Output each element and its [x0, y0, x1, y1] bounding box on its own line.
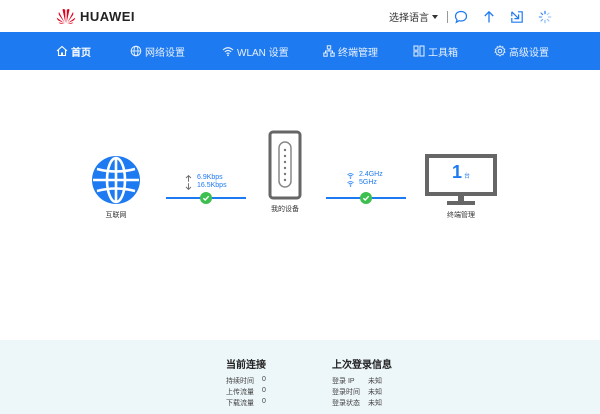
info-value: 未知: [368, 387, 382, 398]
devices-label: 终端管理: [447, 210, 475, 220]
huawei-logo[interactable]: HUAWEI: [56, 8, 135, 24]
current-connection: 当前连接 持续时间 0 上传流量 0 下载流量 0: [226, 356, 266, 409]
nav-advanced-settings[interactable]: 高级设置: [494, 32, 549, 70]
nav-toolbox[interactable]: 工具箱: [413, 32, 458, 70]
message-button[interactable]: [454, 10, 468, 24]
nav-home-label: 首页: [71, 44, 91, 59]
language-selector[interactable]: 选择语言: [389, 9, 438, 24]
check-icon: [202, 194, 210, 202]
devices-node[interactable]: 1台 终端管理: [425, 154, 497, 220]
nav-advanced-settings-label: 高级设置: [509, 44, 549, 59]
info-key: 登录状态: [332, 398, 368, 409]
last-login-info: 上次登录信息 登录 IP 未知 登录时间 未知 登录状态 未知: [332, 356, 392, 409]
device-unit: 台: [464, 174, 470, 180]
topology-panel: 互联网 6.9Kbps 16.5Kbps: [0, 70, 600, 340]
router-icon: [267, 130, 303, 200]
info-value: 0: [262, 387, 266, 398]
nav-wlan-settings[interactable]: WLAN 设置: [222, 32, 289, 70]
router-label: 我的设备: [271, 204, 299, 214]
info-key: 持续时间: [226, 376, 262, 387]
download-speed: 16.5Kbps: [197, 182, 227, 190]
wifi-icon: [347, 180, 354, 187]
nav-network-settings-label: 网络设置: [145, 44, 185, 59]
wifi-icon: [347, 172, 354, 179]
header-toolbar: 选择语言: [389, 9, 552, 24]
band-24ghz: 2.4GHz: [359, 171, 383, 179]
nav-terminal-management[interactable]: 终端管理: [323, 32, 378, 70]
monitor-icon: 1台: [425, 154, 497, 206]
info-row: 上传流量 0: [226, 387, 266, 398]
caret-down-icon: [432, 15, 438, 19]
device-count: 1: [452, 162, 462, 182]
loading-button[interactable]: [538, 10, 552, 24]
info-key: 登录时间: [332, 387, 368, 398]
message-icon: [454, 10, 468, 24]
brand-name: HUAWEI: [80, 9, 135, 24]
info-value: 0: [262, 376, 266, 387]
nav-terminal-management-label: 终端管理: [338, 44, 378, 59]
internet-node[interactable]: 互联网: [90, 154, 142, 220]
globe-icon: [90, 154, 142, 206]
toolbar-divider: [447, 11, 448, 23]
info-row: 登录时间 未知: [332, 387, 392, 398]
info-value: 0: [262, 398, 266, 409]
info-row: 下载流量 0: [226, 398, 266, 409]
device-count-display: 1台: [425, 162, 497, 183]
nav-network-settings[interactable]: 网络设置: [130, 32, 185, 70]
wifi-link-status: [360, 192, 372, 204]
info-value: 未知: [368, 376, 382, 387]
info-key: 登录 IP: [332, 376, 368, 387]
router-node[interactable]: 我的设备: [267, 130, 303, 214]
internet-link-status: [200, 192, 212, 204]
connection-info-panel: 当前连接 持续时间 0 上传流量 0 下载流量 0 上次登录信息 登录 IP 未…: [0, 340, 600, 414]
nav-wlan-settings-label: WLAN 设置: [237, 44, 289, 59]
info-key: 上传流量: [226, 387, 262, 398]
language-label: 选择语言: [389, 9, 429, 24]
terminals-icon: [323, 45, 335, 57]
info-value: 未知: [368, 398, 382, 409]
traffic-speeds: 6.9Kbps 16.5Kbps: [185, 174, 227, 190]
nav-home[interactable]: 首页: [56, 32, 91, 70]
wifi-icon: [222, 45, 234, 57]
check-icon: [362, 194, 370, 202]
toolbox-icon: [413, 45, 425, 57]
info-row: 持续时间 0: [226, 376, 266, 387]
globe-icon: [130, 45, 142, 57]
upload-speed: 6.9Kbps: [197, 174, 223, 182]
info-row: 登录 IP 未知: [332, 376, 392, 387]
nav-toolbox-label: 工具箱: [428, 44, 458, 59]
upgrade-button[interactable]: [482, 10, 496, 24]
info-row: 登录状态 未知: [332, 398, 392, 409]
last-login-title: 上次登录信息: [332, 356, 392, 371]
current-connection-title: 当前连接: [226, 356, 266, 371]
internet-label: 互联网: [106, 210, 127, 220]
gear-icon: [494, 45, 506, 57]
band-5ghz: 5GHz: [359, 179, 377, 187]
top-header: HUAWEI 选择语言: [0, 0, 600, 32]
logout-icon: [510, 10, 524, 24]
home-icon: [56, 45, 68, 57]
loading-icon: [538, 10, 552, 24]
upgrade-icon: [482, 10, 496, 24]
main-nav: 首页 网络设置 WLAN 设置 终端管理 工: [0, 32, 600, 70]
logout-button[interactable]: [510, 10, 524, 24]
arrow-down-icon: [185, 183, 192, 190]
wifi-bands: 2.4GHz 5GHz: [347, 171, 383, 187]
arrow-up-icon: [185, 175, 192, 182]
info-key: 下载流量: [226, 398, 262, 409]
huawei-flower-icon: [56, 8, 76, 24]
